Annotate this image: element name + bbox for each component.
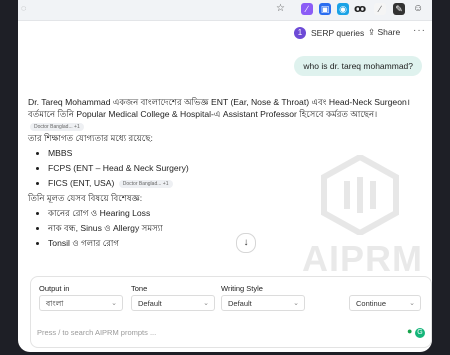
globe-extension-icon[interactable]: ◉ [337,3,349,15]
answer-intro-line-2-text: বর্তমানে তিনি Popular Medical College & … [28,109,378,119]
output-label: Output in [39,284,70,293]
output-language-select[interactable]: বাংলা ⌄ [39,295,123,311]
browser-toolbar: ◌ ☆ ∕ ▣ ◉ ꝏ ∕ ✎ ☺ [18,0,432,21]
more-options-icon[interactable]: ··· [413,25,426,36]
chevron-down-icon: ⌄ [293,300,299,307]
tone-label: Tone [131,284,148,293]
continue-value: Continue [356,299,387,308]
address-bar-edge[interactable]: ◌ [21,3,26,13]
list-item: নাক বন্ধ, Sinus ও Allergy সমস্যা [48,222,426,234]
share-button[interactable]: ⇪ Share [368,27,400,38]
list-item: MBBS [48,147,426,159]
specialty-heading: তিনি মূলত যেসব বিষয়ে বিশেষজ্ঞ: [28,193,143,203]
list-item: FCPS (ENT – Head & Neck Surgery) [48,162,426,174]
chat-header: 1 SERP queries ⇪ Share ··· [18,22,432,44]
serp-queries-button[interactable]: SERP queries [311,28,364,38]
chevron-down-icon: ⌄ [409,300,415,307]
chevron-down-icon: ⌄ [111,300,117,307]
continue-select[interactable]: Continue ⌄ [349,295,421,311]
assistant-answer: Dr. Tareq Mohammad একজন বাংলাদেশের অভিজ্… [28,96,426,252]
tone-value: Default [138,299,162,308]
list-item-text: FICS (ENT, USA) [48,178,115,188]
chat-window: ◌ ☆ ∕ ▣ ◉ ꝏ ∕ ✎ ☺ 1 SERP queries ⇪ Share… [18,0,432,352]
citation-chip[interactable]: Doctor Banglad... +1 [30,122,84,131]
output-language-value: বাংলা [46,299,64,308]
pen-extension-icon[interactable]: ∕ [301,3,313,15]
writing-style-value: Default [228,299,252,308]
list-item: FICS (ENT, USA) Doctor Banglad... +1 [48,177,426,189]
star-icon[interactable]: ☆ [276,3,285,14]
people-extension-icon[interactable]: ☺ [413,3,423,14]
grammarly-icon[interactable]: G [415,328,425,338]
tone-select[interactable]: Default ⌄ [131,295,215,311]
answer-intro-line-2: বর্তমানে তিনি Popular Medical College & … [28,108,426,120]
ai-extension-icon[interactable]: ∕ [374,3,386,15]
writing-style-select[interactable]: Default ⌄ [221,295,305,311]
education-heading: তার শিক্ষাগত যোগ্যতার মধ্যে রয়েছে: [28,133,153,143]
specialty-list: কানের রোগ ও Hearing Loss নাক বন্ধ, Sinus… [28,207,426,249]
screen-extension-icon[interactable]: ▣ [319,3,331,15]
list-item: কানের রোগ ও Hearing Loss [48,207,426,219]
answer-intro-line-1: Dr. Tareq Mohammad একজন বাংলাদেশের অভিজ্… [28,97,411,107]
extension-status: ● G [407,326,425,338]
puzzle-extension-icon[interactable]: ✎ [393,3,405,15]
scroll-down-button[interactable]: ↓ [236,233,256,253]
location-pin-icon[interactable]: ● [407,326,412,336]
infinity-extension-icon[interactable]: ꝏ [354,2,366,15]
writing-style-label: Writing Style [221,284,263,293]
chevron-down-icon: ⌄ [203,300,209,307]
citation-chip[interactable]: Doctor Banglad... +1 [118,179,173,188]
share-icon: ⇪ [368,27,376,37]
user-message-bubble: who is dr. tareq mohammad? [294,56,422,76]
aiprm-prompt-panel: Output in বাংলা ⌄ Tone Default ⌄ Writing… [30,276,432,348]
serp-count-badge[interactable]: 1 [294,27,306,39]
education-list: MBBS FCPS (ENT – Head & Neck Surgery) FI… [28,147,426,189]
aiprm-search-input[interactable]: Press / to search AIPRM prompts ... [37,328,156,337]
share-label: Share [377,27,401,37]
